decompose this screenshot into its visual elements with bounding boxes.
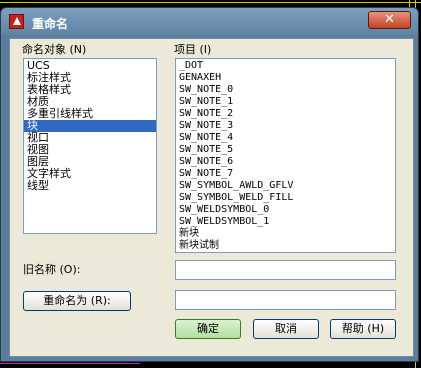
item-entry[interactable]: 新块 [176,228,395,240]
old-name-field [175,260,396,280]
items-list[interactable]: _DOT GENAXEH SW_NOTE_0 SW_NOTE_1 SW_NOTE_2 SW… [175,58,396,253]
item-entry[interactable]: SW_NOTE_7 [176,168,395,180]
named-objects-list[interactable]: UCS 标注样式 表格样式 材质 多重引线样式块视口 视图 图层 文字样式 线型 [23,58,157,234]
item-entry[interactable]: 新块试制 [176,240,395,252]
item-entry[interactable]: SW_NOTE_3 [176,120,395,132]
rename-to-button[interactable]: 重命名为 (R): [23,291,131,311]
item-entry[interactable]: SW_NOTE_1 [176,96,395,108]
named-object-item[interactable]: 多重引线样式 [24,108,156,120]
rename-dialog: 重命名 ✕ 命名对象 (N) UCS 标注样式 表格样式 材质 多重引线样式块视口 视图图… [0,7,419,362]
item-entry[interactable]: SW_NOTE_2 [176,108,395,120]
item-entry[interactable]: SW_NOTE_5 [176,144,395,156]
old-name-label: 旧名称 (O): [23,263,81,276]
cancel-button[interactable]: 取消 [253,319,319,339]
autocad-app-icon [9,14,24,29]
dialog-title: 重命名 [32,17,69,31]
rename-to-input[interactable] [175,290,396,310]
drawing-line [0,2,421,3]
drawing-line [0,363,140,364]
ok-button[interactable]: 确定 [175,319,241,339]
item-entry[interactable]: SW_NOTE_0 [176,84,395,96]
item-entry[interactable]: SW_SYMBOL_AWLD_GFLV [176,180,395,192]
item-entry[interactable]: SW_WELDSYMBOL_0 [176,204,395,216]
item-entry[interactable]: GENAXEH [176,72,395,84]
item-entry[interactable]: SW_WELDSYMBOL_1 [176,216,395,228]
title-bar: 重命名 ✕ [1,8,418,35]
close-icon: ✕ [384,12,395,27]
help-button[interactable]: 帮助 (H) [330,319,396,339]
named-objects-label: 命名对象 (N) [22,43,87,56]
close-button[interactable]: ✕ [368,11,411,29]
items-label: 项目 (I) [174,43,212,56]
item-entry[interactable]: SW_SYMBOL_WELD_FILL [176,192,395,204]
item-entry[interactable]: _DOT [176,60,395,72]
dialog-body: 命名对象 (N) UCS 标注样式 表格样式 材质 多重引线样式块视口 视图 图层 文字样式线… [9,38,414,357]
item-entry[interactable]: SW_NOTE_4 [176,132,395,144]
named-object-item[interactable]: 线型 [24,180,156,192]
item-entry[interactable]: SW_NOTE_6 [176,156,395,168]
